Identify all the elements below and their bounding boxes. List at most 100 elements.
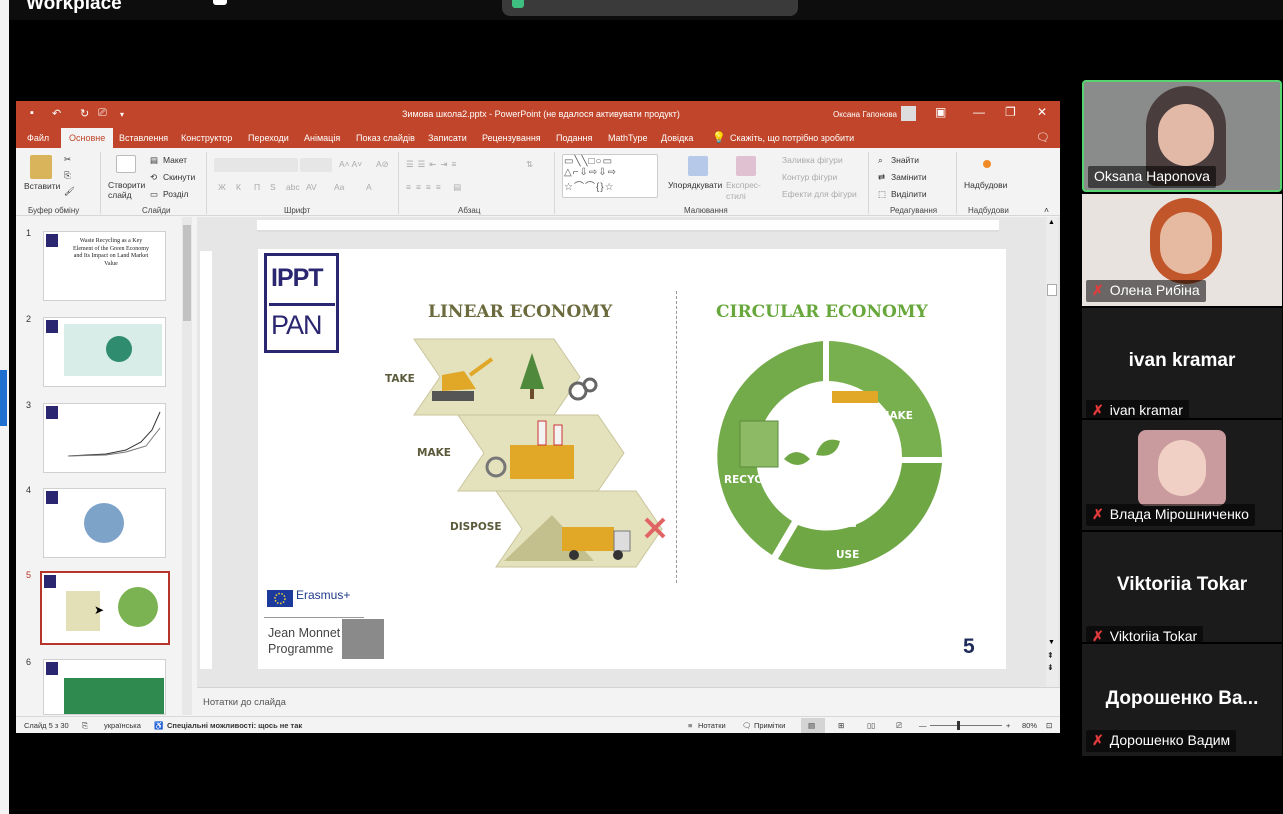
select-button[interactable]: Виділити: [891, 189, 927, 199]
slide-thumbnail[interactable]: [43, 403, 166, 473]
copy-icon[interactable]: ⎘: [64, 170, 71, 181]
reading-view-icon[interactable]: ▯▯: [867, 721, 875, 730]
tab-animations[interactable]: Анімація: [304, 133, 340, 143]
participant-tile[interactable]: Дорошенко Ва... ✗ Дорошенко Вадим: [1082, 644, 1282, 756]
slideshow-icon[interactable]: ⎚: [896, 721, 902, 731]
arrange-icon[interactable]: [688, 156, 708, 176]
editor-scrollbar[interactable]: ▲ ▼ ⇞ ⇟: [1046, 217, 1058, 687]
new-slide-button[interactable]: Створити слайд: [108, 180, 148, 200]
slide-canvas[interactable]: IPPT PAN LINEAR ECONOMY CIRCULAR ECONOMY: [258, 249, 1006, 669]
spacing-button[interactable]: AV: [306, 182, 317, 192]
tell-me-box[interactable]: Скажіть, що потрібно зробити: [730, 133, 854, 143]
reset-button[interactable]: Скинути: [163, 172, 195, 182]
shape-fill-button[interactable]: Заливка фігури: [782, 155, 843, 165]
slide-thumbnail[interactable]: [43, 317, 166, 387]
format-painter-icon[interactable]: 🖌: [64, 186, 75, 197]
tab-review[interactable]: Рецензування: [482, 133, 541, 143]
section-button[interactable]: Розділ: [163, 189, 188, 199]
shadow-button[interactable]: S: [270, 182, 276, 192]
clear-format-icon[interactable]: A⊘: [376, 159, 389, 170]
list-icons[interactable]: ☰☰⇤⇥≡: [406, 159, 460, 170]
tab-help[interactable]: Довідка: [661, 133, 693, 143]
account-avatar[interactable]: [901, 106, 916, 121]
save-icon[interactable]: ▪: [30, 107, 34, 119]
prev-slide-icon[interactable]: ⇞: [1047, 651, 1054, 660]
spellcheck-icon[interactable]: ⎘: [82, 721, 88, 731]
shape-effects-button[interactable]: Ефекти для фігури: [782, 189, 857, 199]
fit-slide-icon[interactable]: ⊡: [1046, 721, 1052, 730]
participant-tile[interactable]: ✗ Олена Рибіна: [1082, 194, 1282, 306]
screen-share-pill[interactable]: [502, 0, 798, 16]
addins-button[interactable]: Надбудови: [964, 180, 1007, 190]
zoom-in-icon[interactable]: +: [1006, 721, 1010, 730]
tab-home[interactable]: Основне: [61, 128, 113, 148]
accessibility-status[interactable]: Спеціальні можливості: щось не так: [167, 721, 302, 730]
participant-tile[interactable]: ivan kramar ✗ ivan kramar: [1082, 308, 1282, 418]
notes-button[interactable]: Нотатки: [698, 721, 726, 730]
layout-button[interactable]: Макет: [163, 155, 187, 165]
scroll-down-icon[interactable]: ▼: [1048, 639, 1055, 646]
undo-icon[interactable]: ↶: [52, 107, 61, 120]
tab-record[interactable]: Записати: [428, 133, 467, 143]
language-indicator[interactable]: українська: [104, 721, 141, 730]
close-icon[interactable]: ✕: [1037, 105, 1047, 119]
paste-button[interactable]: Вставити: [24, 181, 60, 191]
scroll-thumb[interactable]: [1047, 284, 1057, 296]
slide-thumbnail[interactable]: Waste Recycling as a Key Element of the …: [43, 231, 166, 301]
font-size-select[interactable]: [300, 158, 332, 172]
paste-icon[interactable]: [30, 155, 52, 179]
strike-button[interactable]: abc: [286, 182, 300, 192]
slide-sorter-icon[interactable]: ⊞: [838, 721, 844, 730]
slide-thumbnail[interactable]: [43, 488, 166, 558]
comments-icon[interactable]: 🗨: [1036, 131, 1050, 144]
quick-styles-button[interactable]: Експрес-стилі: [726, 180, 766, 202]
zoom-slider-handle[interactable]: [957, 721, 960, 730]
font-name-select[interactable]: [214, 158, 298, 172]
redo-icon[interactable]: ↻: [80, 107, 89, 120]
grow-font-icon[interactable]: A˄ A˅: [339, 159, 362, 169]
find-button[interactable]: Знайти: [891, 155, 919, 165]
quick-styles-icon[interactable]: [736, 156, 756, 176]
addins-icon[interactable]: [983, 160, 991, 168]
italic-button[interactable]: К: [236, 182, 241, 192]
tab-slideshow[interactable]: Показ слайдів: [356, 133, 415, 143]
bold-button[interactable]: Ж: [218, 182, 226, 192]
zoom-level[interactable]: 80%: [1022, 721, 1037, 730]
tab-insert[interactable]: Вставлення: [119, 133, 168, 143]
collapse-ribbon-icon[interactable]: ˄: [1044, 205, 1049, 215]
text-direction-icon[interactable]: ⇅: [526, 159, 533, 170]
tab-mathtype[interactable]: MathType: [608, 133, 648, 143]
tab-design[interactable]: Конструктор: [181, 133, 232, 143]
align-icons[interactable]: ≡≡≡≡ ▤: [406, 182, 466, 193]
quick-access-dropdown-icon[interactable]: ▾: [120, 110, 124, 119]
thumbnail-scrollbar[interactable]: [182, 217, 192, 715]
font-color-button[interactable]: A: [366, 182, 372, 192]
next-slide-icon[interactable]: ⇟: [1047, 663, 1054, 672]
participant-tile-active[interactable]: Oksana Haponova: [1082, 80, 1282, 192]
scroll-thumb[interactable]: [183, 225, 191, 321]
account-name[interactable]: Оксана Гапонова: [833, 110, 897, 119]
restore-icon[interactable]: ❐: [1005, 105, 1016, 119]
notes-pane[interactable]: Нотатки до слайда: [197, 687, 1060, 716]
participant-tile[interactable]: Viktoriia Tokar ✗ Viktoriia Tokar: [1082, 532, 1282, 642]
slide-thumbnail[interactable]: [43, 659, 166, 715]
shape-icons[interactable]: ▭╲╲□○▭ △⌐⇩⇨⇩⇨ ☆⌒⌒{}☆: [564, 156, 617, 193]
tab-view[interactable]: Подання: [556, 133, 592, 143]
replace-button[interactable]: Замінити: [891, 172, 927, 182]
arrange-button[interactable]: Упорядкувати: [668, 180, 722, 190]
cut-icon[interactable]: ✂: [64, 154, 71, 165]
zoom-slider[interactable]: [930, 725, 1002, 726]
participant-tile[interactable]: ✗ Влада Мірошниченко: [1082, 420, 1282, 530]
shape-outline-button[interactable]: Контур фігури: [782, 172, 837, 182]
ribbon-display-icon[interactable]: ▣: [935, 105, 946, 119]
zoom-out-icon[interactable]: —: [919, 721, 927, 730]
tab-file[interactable]: Файл: [27, 133, 49, 143]
scroll-up-icon[interactable]: ▲: [1048, 219, 1055, 226]
minimize-icon[interactable]: —: [973, 105, 985, 119]
tab-transitions[interactable]: Переходи: [248, 133, 289, 143]
underline-button[interactable]: П: [254, 182, 260, 192]
change-case-button[interactable]: Aa: [334, 182, 344, 192]
present-icon[interactable]: ⎚: [98, 107, 107, 120]
comments-button[interactable]: Примітки: [754, 721, 785, 730]
new-slide-icon[interactable]: [116, 155, 136, 173]
